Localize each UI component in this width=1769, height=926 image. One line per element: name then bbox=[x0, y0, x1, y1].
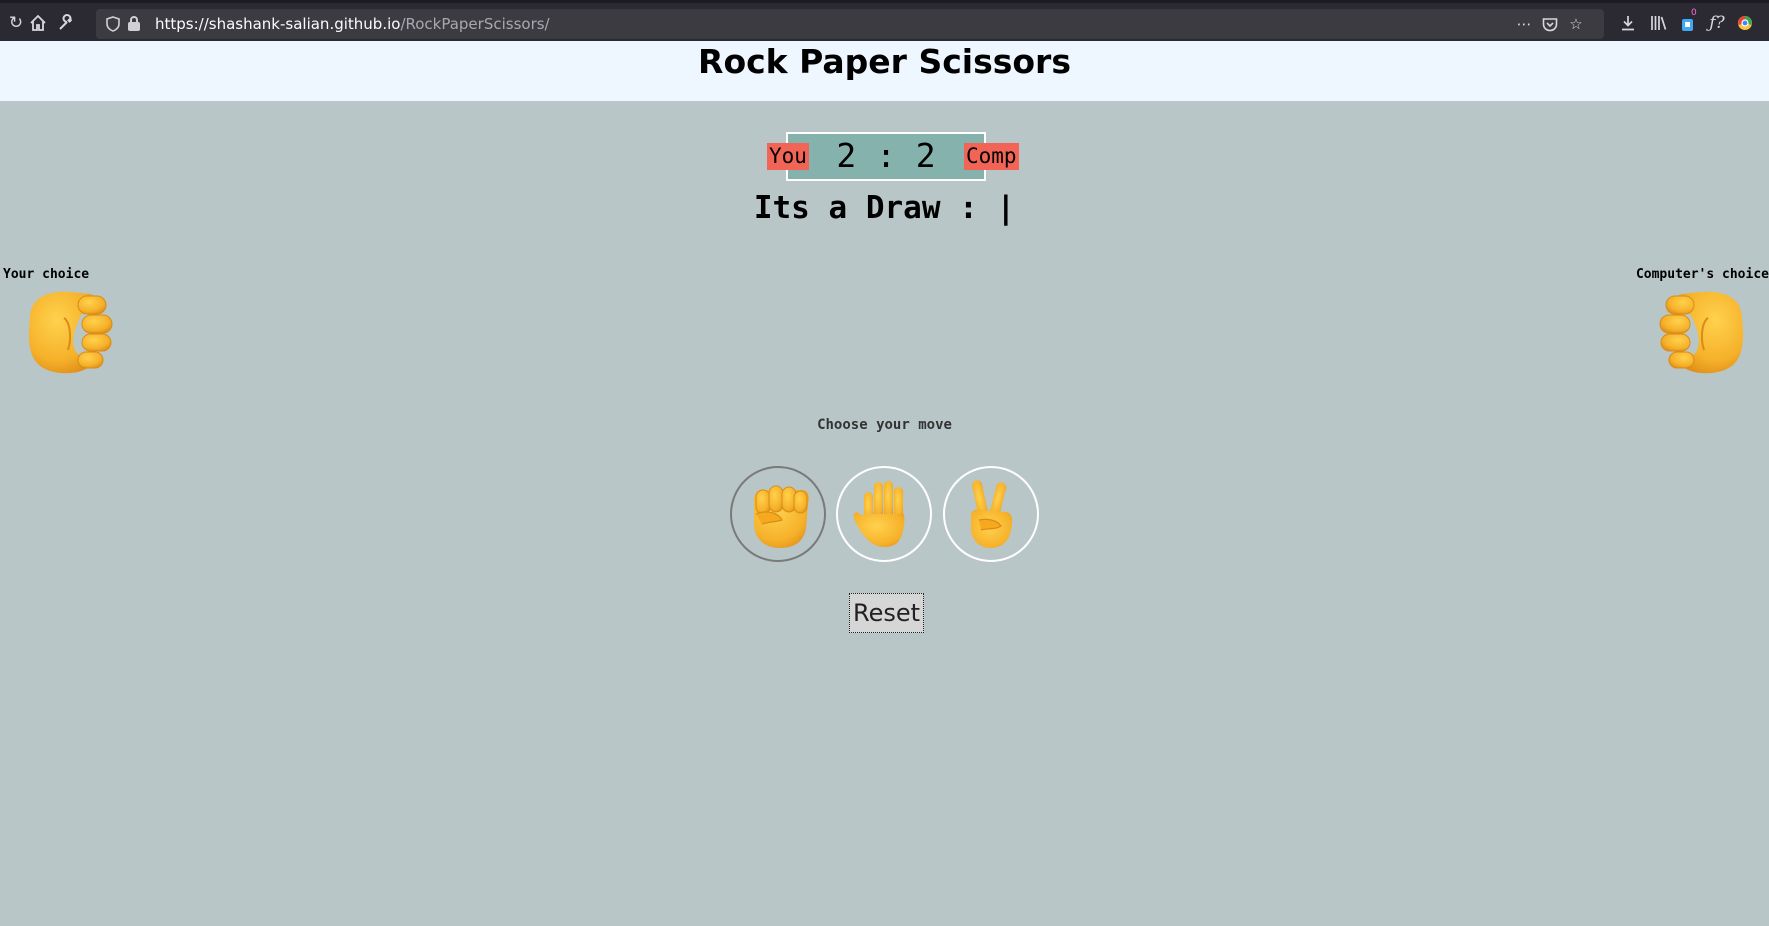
url-text[interactable]: https://shashank-salian.github.io/RockPa… bbox=[155, 15, 550, 33]
url-bar[interactable]: https://shashank-salian.github.io/RockPa… bbox=[96, 9, 1604, 39]
notification-badge: 0 bbox=[1691, 8, 1697, 18]
fist-icon bbox=[20, 288, 116, 376]
library-icon[interactable] bbox=[1643, 7, 1675, 39]
scissors-button[interactable] bbox=[943, 466, 1039, 562]
pocket-icon[interactable] bbox=[1538, 12, 1562, 36]
bookmark-star-icon[interactable]: ☆ bbox=[1564, 12, 1588, 36]
raised-fist-icon bbox=[754, 485, 809, 548]
computer-choice-label: Computer's choice bbox=[1635, 267, 1769, 282]
fist-icon bbox=[1656, 288, 1752, 376]
page-header: Rock Paper Scissors bbox=[0, 41, 1769, 101]
wrench-icon[interactable] bbox=[50, 7, 82, 39]
reset-button[interactable]: Reset bbox=[849, 593, 924, 633]
url-host: https://shashank-salian.github.io bbox=[155, 15, 401, 33]
rock-button[interactable] bbox=[730, 466, 826, 562]
more-actions-icon[interactable]: ⋯ bbox=[1512, 12, 1536, 36]
victory-hand-icon bbox=[971, 480, 1013, 548]
lock-icon[interactable] bbox=[128, 16, 140, 31]
downloads-icon[interactable] bbox=[1612, 7, 1644, 39]
browser-extension-icon[interactable] bbox=[1729, 7, 1761, 39]
score-value: 2 : 2 bbox=[836, 136, 936, 175]
you-label: You bbox=[767, 143, 809, 170]
comp-label: Comp bbox=[964, 143, 1019, 170]
result-message: Its a Draw : | bbox=[753, 190, 1016, 226]
page-title: Rock Paper Scissors bbox=[698, 42, 1071, 81]
url-path: /RockPaperScissors/ bbox=[400, 15, 550, 33]
browser-toolbar: ↻ https://shashank-salian.github.io/Rock… bbox=[0, 0, 1769, 41]
your-choice-label: Your choice bbox=[3, 267, 90, 282]
choose-move-label: Choose your move bbox=[817, 417, 952, 433]
paper-button[interactable] bbox=[836, 466, 932, 562]
raised-hand-icon bbox=[853, 481, 905, 548]
shield-icon[interactable] bbox=[102, 13, 124, 35]
scoreboard: 2 : 2 bbox=[786, 132, 986, 181]
extension-icon[interactable]: 0 bbox=[1672, 7, 1704, 39]
